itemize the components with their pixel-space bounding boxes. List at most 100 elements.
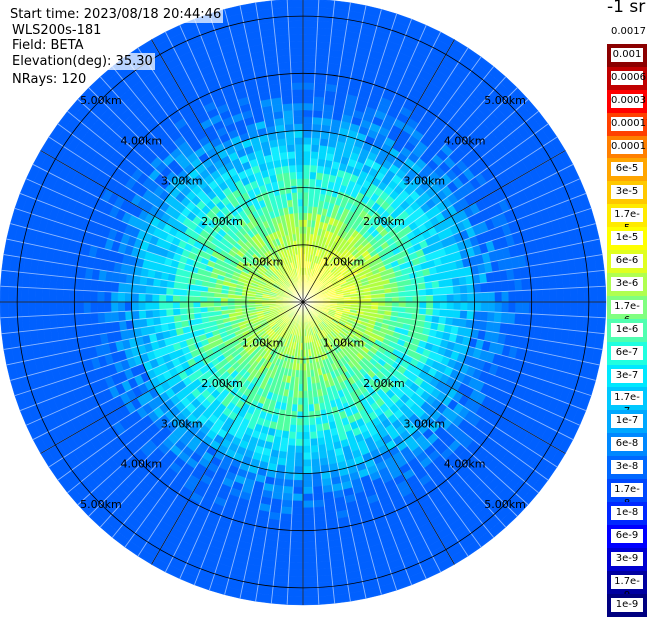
radar-gate xyxy=(35,302,42,316)
radar-gate xyxy=(35,288,42,302)
radar-gate xyxy=(303,583,318,590)
radar-gate xyxy=(84,302,91,314)
radar-gate xyxy=(283,486,293,494)
radar-gate xyxy=(284,479,294,487)
radar-gate xyxy=(291,521,303,528)
radar-gate xyxy=(63,314,71,327)
radar-gate xyxy=(297,412,303,419)
radar-gate xyxy=(313,97,324,105)
radar-gate xyxy=(152,310,159,318)
radar-gate xyxy=(303,514,315,521)
radar-gate xyxy=(173,302,180,309)
radar-gate xyxy=(303,391,308,398)
radar-gate xyxy=(289,556,303,563)
radar-gate xyxy=(49,302,56,315)
radar-gate xyxy=(536,289,543,302)
radar-gate xyxy=(480,311,488,321)
radar-gate xyxy=(314,514,326,522)
radar-gate xyxy=(159,309,166,317)
radar-gate xyxy=(29,316,37,331)
radar-gate xyxy=(426,302,433,309)
radar-gate xyxy=(535,277,543,290)
radar-gate xyxy=(289,432,297,439)
radar-gate xyxy=(312,131,321,139)
radar-gate xyxy=(467,302,474,311)
radar-gate xyxy=(118,283,126,293)
radar-gate xyxy=(282,500,293,508)
radar-gate xyxy=(420,296,427,303)
radar-gate xyxy=(273,582,288,590)
radar-gate xyxy=(312,124,322,131)
radar-gate xyxy=(303,151,311,158)
radar-gate xyxy=(303,432,310,439)
radar-gate xyxy=(459,319,467,328)
radar-gate xyxy=(288,590,303,597)
radar-gate xyxy=(604,286,606,302)
radar-gate xyxy=(1,302,8,318)
radar-gate xyxy=(0,302,2,318)
radar-gate xyxy=(515,313,523,325)
radar-gate xyxy=(399,297,406,302)
radar-gate xyxy=(508,313,516,324)
radar-gate xyxy=(495,292,502,302)
radar-gate xyxy=(446,310,453,318)
radar-gate xyxy=(303,487,313,494)
radar-gate xyxy=(320,138,329,146)
radar-gate xyxy=(295,453,303,460)
radar-gate xyxy=(303,576,318,583)
radar-gate xyxy=(303,103,313,110)
radar-gate xyxy=(433,288,440,296)
radar-gate xyxy=(501,281,509,292)
radar-gate xyxy=(467,284,475,293)
radar-gate xyxy=(166,309,173,317)
radar-gate xyxy=(277,541,290,549)
radar-gate xyxy=(467,311,475,320)
radar-gate xyxy=(313,500,324,508)
radar-gate xyxy=(303,453,311,460)
radar-gate xyxy=(515,279,523,291)
radar-gate xyxy=(303,206,308,213)
radar-gate xyxy=(42,288,49,302)
radar-gate xyxy=(474,283,482,293)
radar-gate xyxy=(15,317,23,332)
radar-gate xyxy=(125,293,132,302)
radar-gate xyxy=(303,562,317,569)
radar-gate xyxy=(562,274,570,288)
radar-gate xyxy=(413,302,420,308)
radar-gate xyxy=(584,287,591,302)
radar-gate xyxy=(577,287,584,302)
radar-gate xyxy=(303,521,315,528)
radar-gate xyxy=(159,287,166,295)
radar-gate xyxy=(426,288,433,295)
radar-gate xyxy=(318,14,333,22)
radar-gate xyxy=(303,185,309,192)
radar-gate xyxy=(292,508,303,515)
radar-gate xyxy=(303,199,308,206)
radar-gate xyxy=(310,158,318,165)
radar-gate xyxy=(166,295,173,302)
radar-gate xyxy=(303,508,314,515)
radar-gate xyxy=(303,535,316,542)
radar-gate xyxy=(509,302,516,313)
radar-gate xyxy=(310,172,317,179)
radar-gate xyxy=(317,28,332,36)
radar-gate xyxy=(522,290,529,302)
radar-gate xyxy=(487,312,495,322)
radar-gate xyxy=(132,293,139,302)
radar-gate xyxy=(180,302,187,309)
radar-gate xyxy=(317,568,332,576)
radar-gate xyxy=(70,278,78,291)
radar-gate xyxy=(296,439,304,446)
radar-gate xyxy=(313,110,323,118)
radar-gate xyxy=(447,302,454,310)
radar-gate xyxy=(303,165,310,172)
radar-gate xyxy=(287,597,303,604)
radar-gate xyxy=(577,302,584,317)
radar-gate xyxy=(413,296,420,302)
radar-gate xyxy=(132,284,140,293)
radar-gate xyxy=(303,48,316,55)
radar-gate xyxy=(446,286,453,294)
radar-gate xyxy=(118,302,125,312)
radar-gate xyxy=(293,494,303,501)
radar-gate xyxy=(461,293,468,302)
